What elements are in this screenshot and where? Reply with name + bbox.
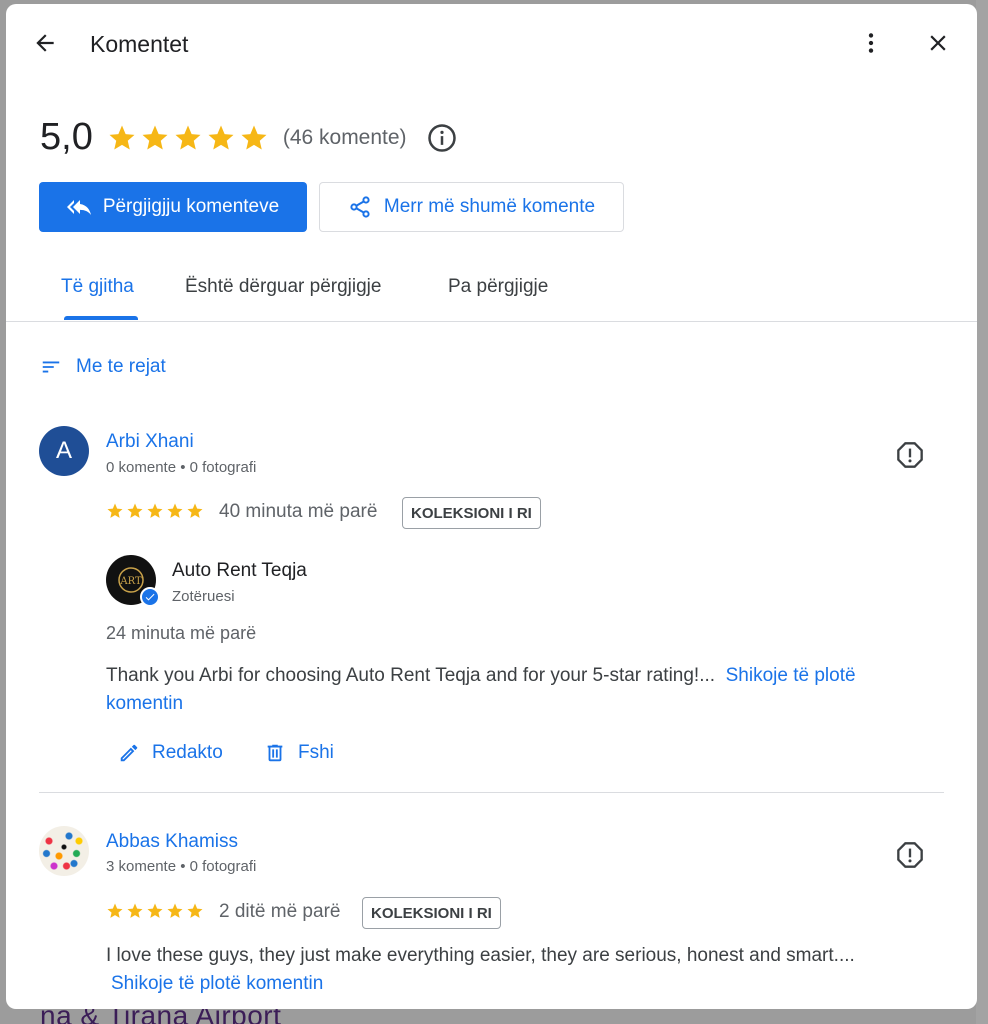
review-count: (46 komente)	[282, 125, 407, 149]
owner-name: Auto Rent Teqja	[172, 560, 307, 581]
review-time: 2 ditë më parë	[219, 901, 341, 922]
svg-text:ART: ART	[119, 576, 142, 587]
avatar[interactable]: A	[39, 426, 89, 476]
owner-role: Zotëruesi	[172, 588, 235, 605]
reply-to-reviews-label: Përgjigjju komenteve	[102, 196, 280, 217]
star-icon	[167, 903, 183, 918]
review-text: I love these guys, they just make everyt…	[106, 942, 926, 998]
close-icon	[930, 35, 946, 51]
reply-to-reviews-button[interactable]: Përgjigjju komenteve	[39, 182, 307, 232]
report-button[interactable]	[892, 837, 928, 873]
info-icon[interactable]	[427, 123, 457, 153]
more-vert-icon	[868, 33, 874, 53]
tab-unreplied[interactable]: Pa përgjigje	[448, 276, 548, 298]
star-icon	[187, 503, 203, 518]
star-icon	[175, 125, 201, 149]
edit-label: Redakto	[152, 742, 223, 763]
close-button[interactable]	[920, 25, 956, 61]
delete-reply-button[interactable]: Fshi	[264, 742, 334, 764]
sort-label: Me te rejat	[76, 356, 166, 377]
report-button[interactable]	[892, 437, 928, 473]
arrow-back-icon	[36, 34, 54, 52]
sort-icon	[42, 361, 60, 373]
reviewer-name[interactable]: Arbi Xhani	[106, 431, 194, 453]
active-tab-indicator	[64, 316, 138, 320]
star-icon	[187, 903, 203, 918]
dialog-header: Komentet	[6, 4, 977, 86]
star-icon	[127, 903, 143, 918]
status-badge: KOLEKSIONI I RI	[362, 897, 501, 929]
verified-icon	[140, 587, 160, 607]
reply-text: Thank you Arbi for choosing Auto Rent Te…	[106, 662, 906, 718]
show-full-review-link[interactable]: Shikoje të plotë komentin	[111, 973, 323, 994]
star-icon	[241, 125, 267, 149]
back-button[interactable]	[27, 25, 63, 61]
rating-summary: 5,0 (46 komente)	[40, 116, 457, 159]
rating-value: 5,0	[40, 116, 93, 158]
dialog-title: Komentet	[90, 31, 189, 57]
reply-body: Thank you Arbi for choosing Auto Rent Te…	[106, 665, 716, 686]
reviewer-meta: 3 komente • 0 fotografi	[106, 858, 257, 875]
edit-reply-button[interactable]: Redakto	[118, 742, 223, 764]
star-icon	[208, 125, 234, 149]
avatar[interactable]	[39, 826, 89, 876]
pencil-icon	[120, 744, 138, 762]
sort-button[interactable]: Me te rejat	[40, 356, 166, 378]
star-icon	[107, 903, 123, 918]
tab-all[interactable]: Të gjitha	[61, 276, 134, 298]
star-icon	[147, 903, 163, 918]
star-icon	[127, 503, 143, 518]
review-time: 40 minuta më parë	[219, 501, 378, 522]
background-strip	[976, 0, 988, 1024]
star-icon	[167, 503, 183, 518]
star-icon	[109, 125, 135, 149]
star-icon	[147, 503, 163, 518]
review-stars	[106, 902, 204, 920]
report-icon	[897, 442, 923, 468]
status-badge: KOLEKSIONI I RI	[402, 497, 541, 529]
get-more-reviews-label: Merr më shumë komente	[383, 196, 596, 217]
more-options-button[interactable]	[853, 25, 889, 61]
get-more-reviews-button[interactable]: Merr më shumë komente	[319, 182, 624, 232]
delete-label: Fshi	[298, 742, 334, 763]
reviews-dialog: Komentet 5,0 (46 komente) Përgjigjju kom…	[6, 4, 977, 1009]
reviewer-meta: 0 komente • 0 fotografi	[106, 459, 257, 476]
reply-time: 24 minuta më parë	[106, 623, 257, 643]
review-tabs: Të gjitha Është dërguar përgjigje Pa për…	[6, 262, 977, 322]
tab-replied[interactable]: Është dërguar përgjigje	[185, 276, 381, 298]
trash-icon	[267, 744, 283, 762]
review-stars	[106, 502, 204, 520]
star-icon	[107, 503, 123, 518]
review-divider	[39, 792, 944, 793]
review-body: I love these guys, they just make everyt…	[106, 945, 855, 966]
summary-stars	[107, 123, 269, 153]
report-icon	[897, 842, 923, 868]
reply-all-icon	[66, 200, 91, 215]
star-icon	[142, 125, 168, 149]
reviewer-name[interactable]: Abbas Khamiss	[106, 831, 238, 853]
share-icon	[350, 196, 370, 218]
